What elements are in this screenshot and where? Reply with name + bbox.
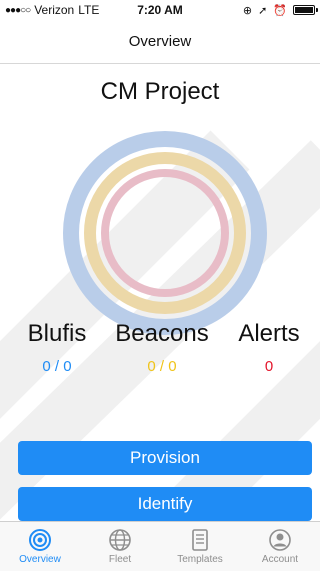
ring-middle (84, 152, 246, 314)
tab-label: Templates (177, 554, 223, 565)
tab-templates[interactable]: Templates (160, 522, 240, 571)
stat-alerts[interactable]: Alerts 0 (226, 320, 312, 375)
tab-label: Fleet (108, 554, 132, 565)
stat-value: 0 / 0 (147, 358, 177, 375)
ring-inner (101, 169, 229, 297)
status-rings (63, 131, 267, 335)
stat-value: 0 / 0 (42, 358, 72, 375)
tab-bar: Overview Fleet Templates Account (0, 521, 320, 571)
project-name: CM Project (100, 78, 220, 105)
tab-fleet[interactable]: Fleet (80, 522, 160, 571)
status-bar: ●●●○○ Verizon LTE 7:20 AM ⊕ ➚ ⏰ (0, 0, 320, 20)
stat-label: Alerts (238, 320, 300, 347)
stat-value: 0 (264, 358, 274, 375)
stat-label: Beacons (115, 320, 209, 347)
clock: 7:20 AM (137, 3, 183, 17)
document-icon (192, 529, 208, 551)
tab-label: Account (261, 554, 299, 565)
tab-label: Overview (19, 554, 61, 565)
tab-account[interactable]: Account (240, 522, 320, 571)
person-icon (269, 529, 291, 551)
tab-overview[interactable]: Overview (0, 522, 80, 571)
stat-blufis[interactable]: Blufis 0 / 0 (0, 320, 114, 375)
battery-icon (293, 5, 318, 15)
stat-label: Blufis (27, 320, 87, 347)
nav-bar: Overview (0, 20, 320, 64)
globe-icon (109, 529, 131, 551)
identify-button[interactable]: Identify (18, 487, 312, 521)
provision-button[interactable]: Provision (18, 441, 312, 475)
ring-outer (63, 131, 267, 335)
stat-beacons[interactable]: Beacons 0 / 0 (108, 320, 216, 375)
target-icon (29, 529, 51, 551)
page-title: Overview (128, 33, 192, 50)
